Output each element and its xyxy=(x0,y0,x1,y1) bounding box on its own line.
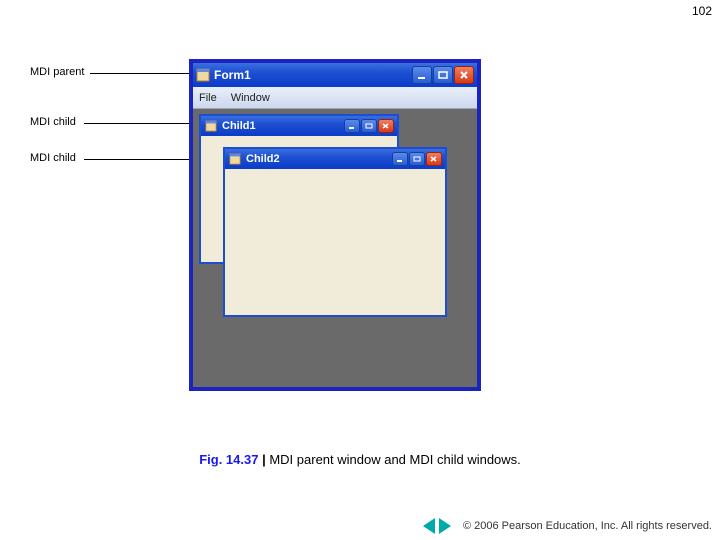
copyright-text: © 2006 Pearson Education, Inc. All right… xyxy=(463,520,712,532)
minimize-button[interactable] xyxy=(392,152,408,166)
close-button[interactable] xyxy=(426,152,442,166)
menu-file[interactable]: File xyxy=(199,92,217,104)
parent-window-buttons xyxy=(412,66,474,84)
callout-parent: MDI parent xyxy=(30,66,84,78)
callout-line-child1 xyxy=(84,123,205,124)
close-button[interactable] xyxy=(454,66,474,84)
minimize-button[interactable] xyxy=(412,66,432,84)
nav-arrows xyxy=(423,518,451,534)
parent-titlebar[interactable]: Form1 xyxy=(193,63,477,87)
minimize-button[interactable] xyxy=(344,119,360,133)
figure-number: Fig. 14.37 xyxy=(199,452,258,467)
form-icon xyxy=(204,119,218,133)
mdi-parent-window: Form1 File Window Child1 xyxy=(190,60,480,390)
menubar: File Window xyxy=(193,87,477,109)
close-button[interactable] xyxy=(378,119,394,133)
caption-separator: | xyxy=(262,452,266,467)
maximize-button[interactable] xyxy=(433,66,453,84)
child2-window-buttons xyxy=(392,152,442,166)
callout-line-parent xyxy=(90,73,190,74)
next-arrow-icon[interactable] xyxy=(439,518,451,534)
callout-child1: MDI child xyxy=(30,116,76,128)
child2-titlebar[interactable]: Child2 xyxy=(225,149,445,169)
form-icon xyxy=(196,68,210,82)
footer: © 2006 Pearson Education, Inc. All right… xyxy=(423,518,712,534)
child2-body xyxy=(225,169,445,315)
child1-titlebar[interactable]: Child1 xyxy=(201,116,397,136)
page-number: 102 xyxy=(692,4,712,18)
callout-child2: MDI child xyxy=(30,152,76,164)
maximize-button[interactable] xyxy=(361,119,377,133)
caption-text: MDI parent window and MDI child windows. xyxy=(269,452,520,467)
child1-window-buttons xyxy=(344,119,394,133)
child-window-2[interactable]: Child2 xyxy=(223,147,447,317)
form-icon xyxy=(228,152,242,166)
maximize-button[interactable] xyxy=(409,152,425,166)
mdi-client-area: Child1 Child2 xyxy=(193,109,477,387)
figure-caption: Fig. 14.37 | MDI parent window and MDI c… xyxy=(0,452,720,467)
child2-title: Child2 xyxy=(246,153,392,165)
child1-title: Child1 xyxy=(222,120,344,132)
figure-area: MDI parent MDI child MDI child Form1 Fil… xyxy=(30,60,670,420)
prev-arrow-icon[interactable] xyxy=(423,518,435,534)
parent-title: Form1 xyxy=(214,68,412,82)
menu-window[interactable]: Window xyxy=(231,92,270,104)
